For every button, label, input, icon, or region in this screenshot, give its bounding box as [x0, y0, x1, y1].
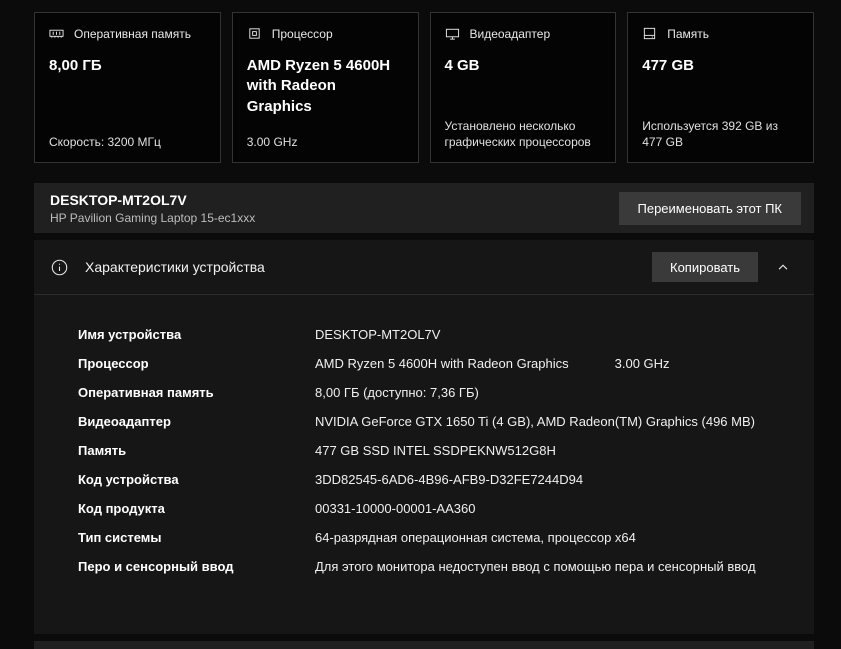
card-cpu: Процессор AMD Ryzen 5 4600H with Radeon …: [231, 12, 419, 163]
card-footer: Скорость: 3200 МГц: [49, 135, 161, 150]
spec-label: Перо и сенсорный ввод: [78, 559, 234, 574]
next-section-bar[interactable]: [34, 641, 814, 649]
spec-row-device-id: Код устройства 3DD82545-6AD6-4B96-AFB9-D…: [78, 470, 777, 490]
spec-value: DESKTOP-MT2OL7V: [315, 327, 441, 342]
gpu-icon: [445, 26, 460, 41]
copy-button[interactable]: Копировать: [652, 252, 758, 282]
spec-value: 64-разрядная операционная система, проце…: [315, 530, 636, 545]
spec-row-gpu: Видеоадаптер NVIDIA GeForce GTX 1650 Ti …: [78, 412, 777, 432]
spec-value: 00331-10000-00001-AA360: [315, 501, 476, 516]
settings-about-page: Оперативная память 8,00 ГБ Скорость: 320…: [0, 0, 841, 649]
cpu-icon: [247, 26, 262, 41]
spec-label: Процессор: [78, 356, 149, 371]
card-value: AMD Ryzen 5 4600H with Radeon Graphics: [246, 57, 391, 115]
chevron-up-icon[interactable]: [776, 260, 790, 274]
card-ram: Оперативная память 8,00 ГБ Скорость: 320…: [34, 12, 221, 163]
spec-row-pen-touch: Перо и сенсорный ввод Для этого монитора…: [78, 557, 777, 577]
card-title: Процессор: [271, 26, 333, 41]
card-title: Память: [667, 26, 710, 41]
card-gpu: Видеоадаптер 4 GB Установлено несколько …: [429, 12, 617, 163]
spec-label: Код продукта: [78, 501, 165, 516]
specs-header: Характеристики устройства Копировать: [34, 240, 814, 295]
ram-icon: [49, 26, 64, 41]
spec-row-product-id: Код продукта 00331-10000-00001-AA360: [78, 499, 777, 519]
device-name: DESKTOP-MT2OL7V: [50, 191, 187, 208]
card-value: 477 GB: [642, 57, 694, 74]
rename-pc-button[interactable]: Переименовать этот ПК: [618, 191, 801, 225]
spec-value: NVIDIA GeForce GTX 1650 Ti (4 GB), AMD R…: [315, 414, 755, 429]
specs-title: Характеристики устройства: [85, 259, 265, 275]
spec-value: Для этого монитора недоступен ввод с пом…: [315, 559, 756, 574]
card-footer: Используется 392 GB из 477 GB: [642, 119, 778, 150]
spec-value: AMD Ryzen 5 4600H with Radeon Graphics 3.…: [315, 354, 777, 374]
card-title: Оперативная память: [74, 26, 191, 41]
spec-label: Память: [78, 443, 127, 458]
card-footer: Установлено несколько графических процес…: [444, 119, 591, 150]
device-model: HP Pavilion Gaming Laptop 15-ec1xxx: [50, 210, 256, 225]
spec-value-extra: 3.00 GHz: [614, 356, 670, 371]
specs-rows: Имя устройства DESKTOP-MT2OL7V Процессор…: [34, 295, 814, 577]
card-title: Видеоадаптер: [469, 26, 551, 41]
spec-value: 477 GB SSD INTEL SSDPEKNW512G8H: [315, 443, 556, 458]
spec-value: 8,00 ГБ (доступно: 7,36 ГБ): [315, 385, 479, 400]
card-value: 4 GB: [444, 57, 480, 74]
card-value: 8,00 ГБ: [49, 57, 102, 74]
spec-label: Код устройства: [78, 472, 179, 487]
summary-cards: Оперативная память 8,00 ГБ Скорость: 320…: [34, 12, 814, 163]
card-storage: Память 477 GB Используется 392 GB из 477…: [627, 12, 814, 163]
spec-label: Имя устройства: [78, 327, 182, 342]
spec-row-device-name: Имя устройства DESKTOP-MT2OL7V: [78, 325, 777, 345]
spec-row-system-type: Тип системы 64-разрядная операционная си…: [78, 528, 777, 548]
spec-label: Оперативная память: [78, 385, 214, 400]
card-footer: 3.00 GHz: [246, 135, 298, 150]
spec-row-ram: Оперативная память 8,00 ГБ (доступно: 7,…: [78, 383, 777, 403]
storage-icon: [642, 26, 657, 41]
spec-label: Видеоадаптер: [78, 414, 171, 429]
spec-row-processor: Процессор AMD Ryzen 5 4600H with Radeon …: [78, 354, 777, 374]
spec-label: Тип системы: [78, 530, 162, 545]
spec-row-storage: Память 477 GB SSD INTEL SSDPEKNW512G8H: [78, 441, 777, 461]
info-icon: [51, 259, 68, 276]
device-identity: DESKTOP-MT2OL7V HP Pavilion Gaming Lapto…: [50, 192, 255, 225]
device-name-bar: DESKTOP-MT2OL7V HP Pavilion Gaming Lapto…: [34, 183, 814, 233]
device-specs-panel: Характеристики устройства Копировать Имя…: [34, 240, 814, 634]
spec-value-text: AMD Ryzen 5 4600H with Radeon Graphics: [315, 356, 569, 371]
spec-value: 3DD82545-6AD6-4B96-AFB9-D32FE7244D94: [315, 472, 584, 487]
